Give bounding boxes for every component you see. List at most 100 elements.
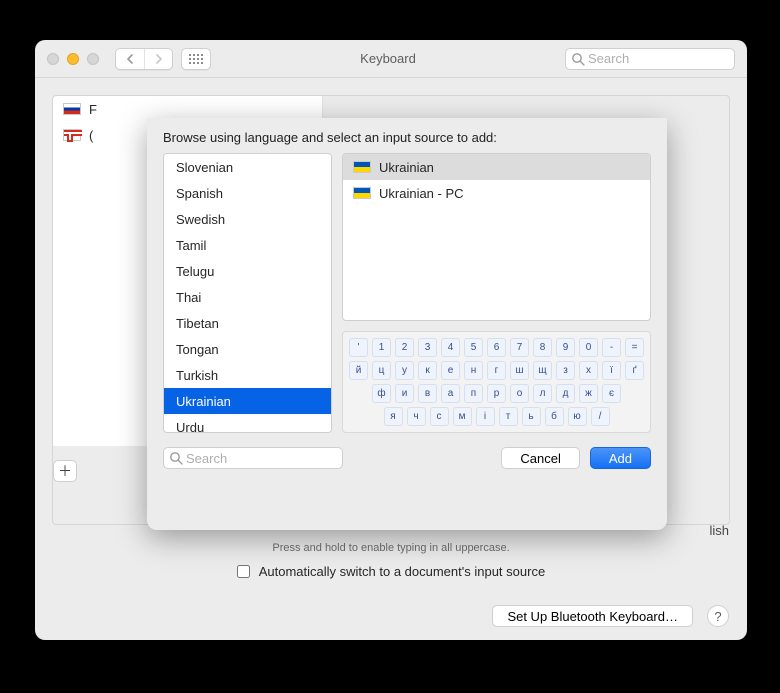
- language-row[interactable]: Spanish: [164, 180, 331, 206]
- key: 2: [395, 338, 414, 357]
- keyboard-row: ячсмітьбю/: [349, 407, 644, 426]
- close-button[interactable]: [47, 53, 59, 65]
- search-icon: [169, 451, 183, 465]
- forward-icon[interactable]: [144, 49, 172, 69]
- prefs-search[interactable]: [565, 48, 735, 70]
- key: щ: [533, 361, 552, 380]
- titlebar: Keyboard: [35, 40, 747, 78]
- key: у: [395, 361, 414, 380]
- input-source-list[interactable]: Ukrainian Ukrainian - PC: [342, 153, 651, 321]
- key: ь: [522, 407, 541, 426]
- key: з: [556, 361, 575, 380]
- keyboard-preview: '1234567890-=йцукенгшщзхїґфивапролджєячс…: [342, 331, 651, 433]
- input-source-label: Ukrainian: [379, 160, 434, 175]
- key: е: [441, 361, 460, 380]
- key: о: [510, 384, 529, 403]
- language-row[interactable]: Slovenian: [164, 154, 331, 180]
- language-row[interactable]: Tongan: [164, 336, 331, 362]
- key: д: [556, 384, 575, 403]
- key: /: [591, 407, 610, 426]
- key: р: [487, 384, 506, 403]
- language-row[interactable]: Ukrainian: [164, 388, 331, 414]
- key: ш: [510, 361, 529, 380]
- input-source-label: Ukrainian - PC: [379, 186, 464, 201]
- key: к: [418, 361, 437, 380]
- key: с: [430, 407, 449, 426]
- zoom-button[interactable]: [87, 53, 99, 65]
- add-input-source-sheet: Browse using language and select an inpu…: [147, 118, 667, 530]
- key: в: [418, 384, 437, 403]
- key: 9: [556, 338, 575, 357]
- key: й: [349, 361, 368, 380]
- prefs-search-input[interactable]: [588, 51, 734, 66]
- key: ц: [372, 361, 391, 380]
- language-row[interactable]: Turkish: [164, 362, 331, 388]
- key: м: [453, 407, 472, 426]
- key: ґ: [625, 361, 644, 380]
- language-row[interactable]: Thai: [164, 284, 331, 310]
- key: ч: [407, 407, 426, 426]
- key: г: [487, 361, 506, 380]
- list-item-label: F: [89, 102, 97, 117]
- key: т: [499, 407, 518, 426]
- minimize-button[interactable]: [67, 53, 79, 65]
- key: є: [602, 384, 621, 403]
- key: 0: [579, 338, 598, 357]
- caps-lock-hint: Press and hold to enable typing in all u…: [35, 542, 747, 554]
- bluetooth-keyboard-button[interactable]: Set Up Bluetooth Keyboard…: [492, 605, 693, 627]
- language-row[interactable]: Tamil: [164, 232, 331, 258]
- system-preferences-window: Keyboard F ( ＋ lish Press and: [35, 40, 747, 640]
- search-icon: [571, 52, 585, 66]
- key: 4: [441, 338, 460, 357]
- language-row[interactable]: Urdu: [164, 414, 331, 433]
- keyboard-row: фивапролджє: [349, 384, 644, 403]
- key: п: [464, 384, 483, 403]
- key: б: [545, 407, 564, 426]
- key: ї: [602, 361, 621, 380]
- grid-button[interactable]: [181, 48, 211, 70]
- sheet-search[interactable]: [163, 447, 343, 469]
- language-row[interactable]: Tibetan: [164, 310, 331, 336]
- add-button[interactable]: Add: [590, 447, 651, 469]
- key: 7: [510, 338, 529, 357]
- flag-icon: [353, 187, 371, 199]
- flag-icon: [63, 129, 81, 141]
- traffic-lights: [47, 53, 99, 65]
- language-row[interactable]: Swedish: [164, 206, 331, 232]
- key: 3: [418, 338, 437, 357]
- list-item-label: (: [89, 128, 93, 143]
- keyboard-row: йцукенгшщзхїґ: [349, 361, 644, 380]
- key: -: [602, 338, 621, 357]
- key: і: [476, 407, 495, 426]
- auto-switch-label: Automatically switch to a document's inp…: [259, 564, 545, 579]
- input-source-row[interactable]: Ukrainian - PC: [343, 180, 650, 206]
- flag-icon: [63, 103, 81, 115]
- key: 8: [533, 338, 552, 357]
- key: и: [395, 384, 414, 403]
- window-title: Keyboard: [219, 51, 557, 66]
- cancel-button[interactable]: Cancel: [501, 447, 579, 469]
- key: я: [384, 407, 403, 426]
- auto-switch-row[interactable]: Automatically switch to a document's inp…: [35, 564, 747, 579]
- key: а: [441, 384, 460, 403]
- back-icon[interactable]: [116, 49, 144, 69]
- flag-icon: [353, 161, 371, 173]
- input-source-row[interactable]: Ukrainian: [343, 154, 650, 180]
- key: 5: [464, 338, 483, 357]
- key: 6: [487, 338, 506, 357]
- help-button[interactable]: ?: [707, 605, 729, 627]
- nav-back-forward[interactable]: [115, 48, 173, 70]
- key: л: [533, 384, 552, 403]
- key: ф: [372, 384, 391, 403]
- sheet-search-input[interactable]: [186, 451, 342, 466]
- key: н: [464, 361, 483, 380]
- language-list[interactable]: SlovenianSpanishSwedishTamilTeluguThaiTi…: [163, 153, 332, 433]
- add-source-button[interactable]: ＋: [53, 460, 77, 482]
- language-row[interactable]: Telugu: [164, 258, 331, 284]
- key: ': [349, 338, 368, 357]
- auto-switch-checkbox[interactable]: [237, 565, 250, 578]
- key: ю: [568, 407, 587, 426]
- grid-icon: [182, 49, 210, 69]
- key: ж: [579, 384, 598, 403]
- key: 1: [372, 338, 391, 357]
